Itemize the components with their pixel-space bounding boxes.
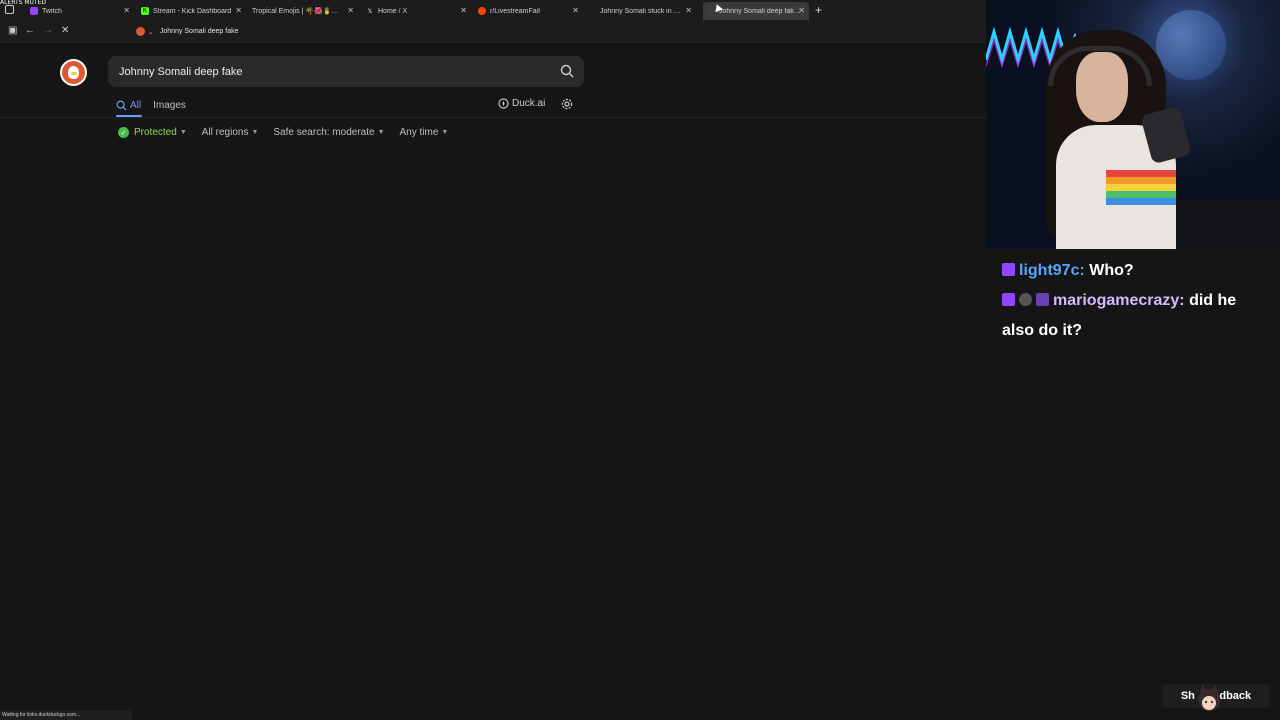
safe-search-filter[interactable]: Safe search: moderate ▼ xyxy=(273,127,384,138)
site-info-icon[interactable] xyxy=(136,27,145,36)
address-bar-row: ▣ ← → ✕ ⌄ Johnny Somali deep fake xyxy=(0,21,986,43)
reddit-icon xyxy=(478,7,486,15)
time-filter[interactable]: Any time ▼ xyxy=(400,127,449,138)
chevron-down-icon: ⌄ xyxy=(148,28,154,36)
gear-icon[interactable] xyxy=(561,98,573,110)
tab-title: r/LivestreamFail xyxy=(490,7,540,15)
tab-label: All xyxy=(130,99,142,111)
status-bar: Waiting for links.duckduckgo.com... xyxy=(0,710,132,720)
webcam-feed xyxy=(986,0,1280,249)
search-input[interactable] xyxy=(119,65,539,78)
chat-bubble-icon xyxy=(498,98,509,109)
filter-label: Any time xyxy=(399,127,439,138)
tab-title: Tropical Emojis | 🌴🌺🍍🐠🌊🍹 xyxy=(252,8,344,15)
sidebar-toggle-icon[interactable]: ▣ xyxy=(8,25,17,36)
close-icon[interactable]: ✕ xyxy=(685,6,692,15)
browser-tab-strip: Twitch ✕ K Stream - Kick Dashboard ✕ Tro… xyxy=(0,0,986,21)
search-box xyxy=(108,56,584,87)
chat-username: mariogamecrazy: xyxy=(1053,292,1185,309)
browser-tab-emojis[interactable]: Tropical Emojis | 🌴🌺🍍🐠🌊🍹 ✕ xyxy=(252,2,354,20)
close-icon[interactable]: ✕ xyxy=(235,6,242,15)
divider xyxy=(0,117,986,118)
browser-tab-kick[interactable]: K Stream - Kick Dashboard ✕ xyxy=(141,2,242,20)
new-tab-button[interactable]: + xyxy=(815,3,822,17)
chevron-down-icon: ▼ xyxy=(377,129,385,136)
search-icon[interactable] xyxy=(560,64,574,78)
address-text: Johnny Somali deep fake xyxy=(159,28,239,35)
chat-text: Who? xyxy=(1089,262,1134,279)
filter-label: All regions xyxy=(201,127,249,138)
close-icon[interactable]: ✕ xyxy=(572,6,579,15)
tab-title: Johnny Somali stuck in jail "hel xyxy=(600,7,682,15)
close-icon[interactable]: ✕ xyxy=(798,6,805,15)
kick-icon: K xyxy=(141,7,149,15)
back-icon[interactable]: ← xyxy=(25,25,35,36)
sweater-stripe xyxy=(1106,170,1176,177)
sweater-stripe xyxy=(1106,198,1176,205)
chevron-down-icon: ▼ xyxy=(251,129,259,136)
stop-loading-icon[interactable]: ✕ xyxy=(61,25,69,36)
seventv-badge-icon xyxy=(1036,293,1049,306)
close-icon[interactable]: ✕ xyxy=(123,6,130,15)
protected-filter[interactable]: ✓ Protected ▼ xyxy=(118,127,187,138)
desk xyxy=(1176,200,1280,249)
filter-label: Protected xyxy=(134,127,177,138)
tab-all[interactable]: All xyxy=(116,97,141,113)
duckduckgo-logo[interactable] xyxy=(60,59,87,86)
search-tabs: All Images xyxy=(116,97,198,113)
browser-tab-jail[interactable]: Johnny Somali stuck in jail "hel ✕ xyxy=(600,2,692,20)
tab-label: Images xyxy=(153,99,186,111)
sweater-stripe xyxy=(1106,177,1176,184)
duck-ai-label: Duck.ai xyxy=(512,98,546,109)
x-icon: 𝕏 xyxy=(367,8,373,15)
close-icon[interactable]: ✕ xyxy=(460,6,467,15)
moon-decoration xyxy=(1156,10,1226,80)
twitch-badge-icon xyxy=(1002,263,1015,276)
twitch-badge-icon xyxy=(1002,293,1015,306)
search-filters: ✓ Protected ▼ All regions ▼ Safe search:… xyxy=(118,127,463,138)
tab-overview-icon[interactable] xyxy=(5,5,14,14)
filter-label: Safe search: moderate xyxy=(273,127,375,138)
chat-username: light97c: xyxy=(1019,262,1085,279)
close-icon[interactable]: ✕ xyxy=(347,6,354,15)
tab-title: Johnny Somali deep fake at D xyxy=(719,7,801,15)
stream-overlay-panel: light97c: Who? mariogamecrazy: did he al… xyxy=(986,0,1280,720)
mascot-sticker xyxy=(1198,684,1220,711)
tab-title: Twitch xyxy=(42,7,62,15)
twitch-icon xyxy=(30,7,38,15)
chat-message: light97c: Who? xyxy=(1002,256,1272,286)
forward-icon[interactable]: → xyxy=(43,25,53,36)
tab-title: Stream - Kick Dashboard xyxy=(153,7,232,15)
browser-tab-reddit[interactable]: r/LivestreamFail ✕ xyxy=(478,2,579,20)
chevron-down-icon: ▼ xyxy=(179,129,187,136)
duck-ai-button[interactable]: Duck.ai xyxy=(498,98,545,109)
chat-overlay: light97c: Who? mariogamecrazy: did he al… xyxy=(1002,256,1272,346)
chat-message: mariogamecrazy: did he also do it? xyxy=(1002,286,1272,346)
search-icon xyxy=(116,100,127,111)
camera-badge-icon xyxy=(1019,293,1032,306)
chevron-down-icon: ▼ xyxy=(441,129,449,136)
region-filter[interactable]: All regions ▼ xyxy=(202,127,259,138)
checkmark-icon: ✓ xyxy=(118,127,129,138)
address-field[interactable]: ⌄ Johnny Somali deep fake xyxy=(136,24,238,39)
tab-images[interactable]: Images xyxy=(153,97,186,113)
sweater-stripe xyxy=(1106,191,1176,198)
alerts-muted-label: ALERTS MUTED xyxy=(0,0,46,6)
tab-title: Home / X xyxy=(378,7,408,15)
search-results-page: All Images Duck.ai ✓ Protected ▼ All reg… xyxy=(0,44,986,720)
browser-tab-x[interactable]: 𝕏 Home / X ✕ xyxy=(366,2,467,20)
sweater-stripe xyxy=(1106,184,1176,191)
